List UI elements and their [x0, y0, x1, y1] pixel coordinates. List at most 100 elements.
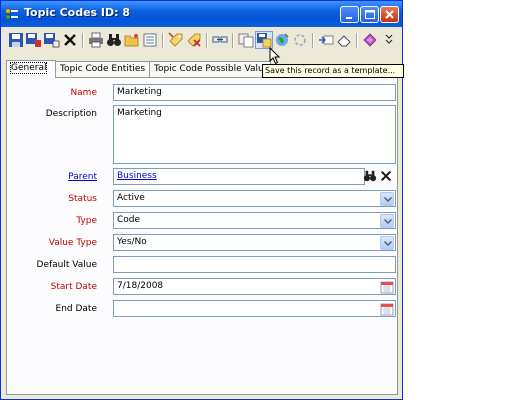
app-icon — [6, 8, 18, 20]
save-template-icon — [257, 33, 272, 48]
close-icon — [385, 10, 394, 19]
end-date-label: End Date — [55, 304, 97, 314]
toolbar-separator — [162, 33, 164, 48]
save-template-button[interactable] — [255, 31, 273, 49]
calendar-icon[interactable] — [380, 280, 394, 294]
general-panel: Name Marketing Description Marketing Par… — [6, 77, 398, 395]
insert-icon — [319, 35, 334, 45]
toolbar-separator — [356, 33, 358, 48]
copy-icon — [238, 33, 254, 48]
minimize-icon — [346, 17, 352, 19]
parent-field[interactable]: Business — [113, 168, 365, 185]
parent-link[interactable]: Parent — [68, 172, 97, 182]
insert-button[interactable] — [318, 32, 334, 48]
copy-button[interactable] — [238, 32, 254, 48]
open-folder-icon — [124, 34, 139, 47]
link-button[interactable] — [212, 32, 228, 48]
parent-value[interactable]: Business — [117, 171, 157, 181]
tab-topic-code-possible-values[interactable]: Topic Code Possible Values — [149, 61, 271, 77]
open-folder-button[interactable] — [124, 32, 140, 48]
status-dropdown-arrow[interactable] — [380, 192, 394, 206]
delete-icon — [64, 34, 76, 46]
chevron-down-icon — [384, 241, 392, 246]
tab-general[interactable]: General — [6, 60, 56, 78]
status-dropdown[interactable]: Active — [113, 190, 396, 207]
calendar-icon[interactable] — [380, 302, 394, 316]
maximize-button[interactable] — [360, 6, 379, 23]
print-icon — [89, 32, 103, 48]
maximize-icon — [365, 10, 375, 19]
save-new-button[interactable] — [44, 32, 60, 48]
chevron-down-icon — [384, 197, 392, 202]
tab-entities-label: Topic Code Entities — [60, 64, 146, 74]
save-icon — [9, 33, 23, 47]
start-date-field[interactable]: 7/18/2008 — [113, 278, 396, 295]
status-label: Status — [68, 194, 97, 204]
link-icon — [212, 36, 228, 43]
topic-codes-window: Topic Codes ID: 8 General Topic Code Ent… — [0, 0, 403, 400]
tab-general-label: General — [9, 62, 48, 74]
start-date-label: Start Date — [50, 282, 97, 292]
status-value: Active — [117, 193, 145, 203]
type-value: Code — [117, 215, 141, 225]
value-type-value: Yes/No — [117, 237, 147, 247]
tab-values-label: Topic Code Possible Values — [154, 64, 271, 74]
palette-icon — [363, 33, 377, 47]
globe-button[interactable] — [274, 32, 290, 48]
default-value-field[interactable] — [113, 256, 396, 273]
binoculars-icon — [107, 34, 121, 46]
title-bar[interactable]: Topic Codes ID: 8 — [1, 1, 402, 27]
minimize-button[interactable] — [340, 6, 359, 23]
value-type-dropdown-arrow[interactable] — [380, 236, 394, 250]
save-new-icon — [44, 33, 60, 48]
print-button[interactable] — [88, 32, 104, 48]
value-type-label: Value Type — [48, 238, 97, 248]
name-field[interactable]: Marketing — [113, 84, 396, 101]
type-dropdown[interactable]: Code — [113, 212, 396, 229]
tag-clear-icon — [187, 33, 201, 47]
toolbar-separator — [312, 33, 314, 48]
default-value-label: Default Value — [36, 260, 97, 270]
type-dropdown-arrow[interactable] — [380, 214, 394, 228]
parent-search-icon[interactable] — [363, 169, 377, 183]
toolbar-separator — [232, 33, 234, 48]
tab-topic-code-entities[interactable]: Topic Code Entities — [55, 61, 150, 77]
mouse-cursor-icon — [269, 47, 281, 65]
name-value: Marketing — [117, 87, 162, 97]
save-button[interactable] — [8, 32, 24, 48]
eraser-icon — [337, 35, 351, 47]
refresh-button[interactable] — [292, 32, 308, 48]
chevron-down-icon — [384, 219, 392, 224]
toolbar-overflow-button[interactable] — [384, 32, 394, 48]
parent-clear-icon[interactable] — [379, 169, 393, 183]
description-value: Marketing — [117, 108, 162, 118]
tab-strip: General Topic Code Entities Topic Code P… — [6, 60, 271, 78]
refresh-icon — [294, 34, 306, 46]
save-close-button[interactable] — [26, 32, 42, 48]
description-label: Description — [45, 109, 97, 119]
value-type-dropdown[interactable]: Yes/No — [113, 234, 396, 251]
tag-clear-button[interactable] — [186, 32, 202, 48]
toolbar-separator — [206, 33, 208, 48]
list-button[interactable] — [142, 32, 158, 48]
name-label: Name — [70, 88, 97, 98]
tag-icon — [168, 32, 183, 47]
find-button[interactable] — [106, 32, 122, 48]
window-title: Topic Codes ID: 8 — [24, 6, 131, 19]
erase-button[interactable] — [336, 32, 352, 48]
tooltip-text: Save this record as a template... — [265, 66, 396, 75]
delete-button[interactable] — [62, 32, 78, 48]
end-date-field[interactable] — [113, 300, 396, 317]
palette-button[interactable] — [362, 32, 378, 48]
tooltip: Save this record as a template... — [262, 64, 404, 78]
toolbar — [4, 29, 400, 55]
list-icon — [143, 33, 157, 47]
description-field[interactable]: Marketing — [113, 105, 396, 164]
tag-button[interactable] — [168, 32, 184, 48]
globe-icon — [276, 33, 289, 46]
overflow-icon — [385, 34, 393, 44]
close-button[interactable] — [380, 6, 399, 23]
type-label: Type — [76, 216, 97, 226]
toolbar-separator — [82, 33, 84, 48]
start-date-value: 7/18/2008 — [117, 281, 164, 291]
